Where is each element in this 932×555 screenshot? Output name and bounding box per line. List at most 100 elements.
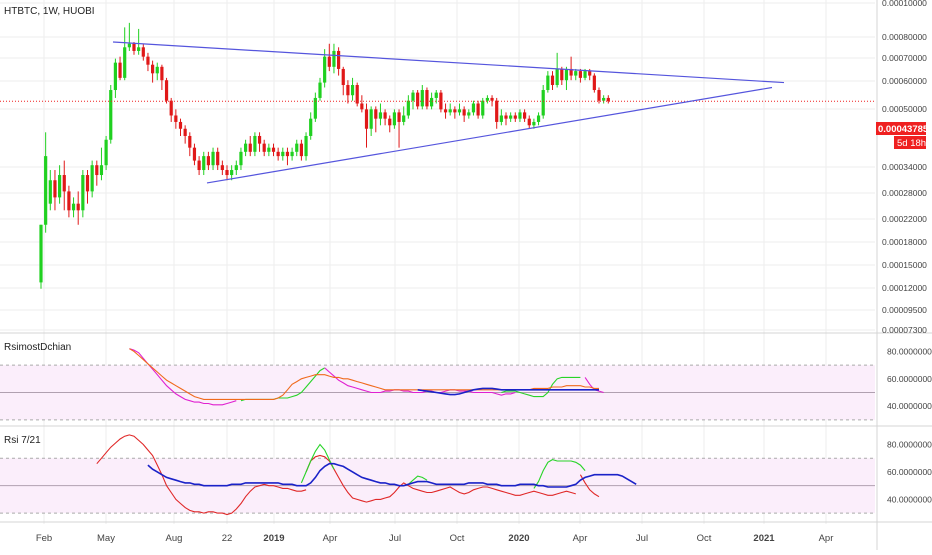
candle-body bbox=[202, 156, 206, 171]
candle-body bbox=[462, 109, 466, 116]
candle-body bbox=[518, 112, 522, 119]
candle-body bbox=[248, 143, 252, 152]
countdown-badge-label: 5d 18h bbox=[897, 138, 926, 149]
candle-body bbox=[44, 156, 48, 225]
candle-body bbox=[127, 43, 131, 48]
y-axis-label: 0.00009500 bbox=[882, 305, 927, 315]
candle-body bbox=[318, 82, 322, 98]
x-axis-label: Jul bbox=[636, 533, 648, 544]
y-axis-label: 0.00028000 bbox=[882, 188, 927, 198]
chart-svg: Feb May Aug 22 2019 Apr Jul Oct 2020 Apr Jul Oct 202… bbox=[0, 0, 932, 550]
candle-body bbox=[513, 115, 517, 119]
candle-body bbox=[332, 50, 336, 67]
x-axis-label: Oct bbox=[450, 533, 465, 544]
candle-body bbox=[355, 85, 359, 104]
candle-body bbox=[39, 224, 43, 283]
candle-body bbox=[523, 112, 527, 119]
y-axis-label: 0.00015000 bbox=[882, 260, 927, 270]
candle-body bbox=[574, 71, 578, 76]
candle-body bbox=[439, 92, 443, 110]
trendline-upper bbox=[112, 41, 785, 84]
candle-body bbox=[95, 165, 99, 176]
candle-body bbox=[206, 156, 210, 166]
candle-body bbox=[174, 115, 178, 122]
candle-body bbox=[583, 71, 587, 78]
candle-body bbox=[160, 66, 164, 81]
price-badge-label: 0.00043785 bbox=[878, 124, 929, 135]
candle-body bbox=[550, 75, 555, 86]
candle-body bbox=[476, 103, 480, 116]
candle-body bbox=[267, 147, 271, 152]
candle-body bbox=[430, 97, 434, 107]
candle-body bbox=[71, 203, 76, 211]
candle-body bbox=[536, 115, 541, 122]
candle-body bbox=[471, 103, 476, 113]
candle-body bbox=[253, 135, 257, 152]
x-axis-label: Aug bbox=[166, 533, 183, 544]
candle-body bbox=[48, 180, 52, 204]
candle-body bbox=[504, 115, 508, 119]
candle-body bbox=[560, 68, 564, 81]
candle-body bbox=[192, 147, 197, 161]
candle-body bbox=[481, 100, 485, 116]
x-axis-label: 2021 bbox=[753, 533, 775, 544]
candle-body bbox=[290, 151, 294, 157]
candle-body bbox=[244, 143, 248, 152]
candle-body bbox=[467, 112, 471, 116]
candle-body bbox=[104, 139, 108, 166]
candle-body bbox=[239, 151, 243, 166]
candle-body bbox=[597, 90, 601, 101]
x-axis-label: Oct bbox=[697, 533, 712, 544]
candle-body bbox=[85, 175, 90, 192]
candle-body bbox=[230, 170, 234, 176]
x-axis-label: 2020 bbox=[508, 533, 529, 544]
y-axis-label-rsi: 60.00000000 bbox=[887, 467, 932, 477]
candle-body bbox=[341, 68, 345, 86]
candle-body bbox=[299, 143, 303, 157]
candle-body bbox=[397, 112, 401, 122]
candle-body bbox=[164, 80, 169, 101]
candle-body bbox=[388, 118, 392, 126]
x-axis-label: Jul bbox=[389, 533, 401, 544]
candle-body bbox=[123, 47, 127, 78]
candle-body bbox=[337, 50, 341, 69]
candle-body bbox=[276, 151, 280, 157]
chart-canvas: Feb May Aug 22 2019 Apr Jul Oct 2020 Apr Jul Oct 202… bbox=[0, 0, 932, 550]
candle-body bbox=[225, 170, 229, 176]
candle-body bbox=[327, 56, 331, 67]
y-axis-label: 0.00010000 bbox=[882, 0, 927, 8]
candle-body bbox=[137, 47, 141, 51]
candle-body bbox=[592, 75, 596, 91]
candle-body bbox=[499, 115, 503, 122]
candles-layer bbox=[39, 22, 610, 289]
candle-body bbox=[323, 56, 327, 83]
y-axis-label: 0.00050000 bbox=[882, 104, 927, 114]
trendline-layer bbox=[0, 41, 875, 184]
candle-body bbox=[309, 118, 313, 136]
x-axis-label: Apr bbox=[819, 533, 834, 544]
y-axis-label-rsd: 60.00000000 bbox=[887, 374, 932, 384]
candle-body bbox=[364, 109, 369, 129]
candle-body bbox=[406, 100, 410, 116]
candle-body bbox=[285, 151, 290, 157]
candle-body bbox=[392, 112, 396, 126]
y-axis-label: 0.00060000 bbox=[882, 76, 927, 86]
candle-body bbox=[155, 66, 159, 74]
candle-body bbox=[81, 175, 85, 211]
y-axis-label: 0.00034000 bbox=[882, 162, 927, 172]
candle-body bbox=[216, 151, 220, 166]
candle-body bbox=[443, 109, 448, 113]
candle-body bbox=[141, 47, 145, 57]
candle-body bbox=[378, 112, 383, 119]
y-axis-label-rsi: 80.00000000 bbox=[887, 439, 932, 449]
candle-body bbox=[402, 115, 406, 122]
y-axis-label: 0.00070000 bbox=[882, 53, 927, 63]
candle-body bbox=[197, 160, 201, 171]
candle-body bbox=[602, 97, 606, 101]
candle-body bbox=[178, 121, 183, 129]
candle-body bbox=[532, 121, 536, 126]
y-axis-label: 0.00007300 bbox=[882, 325, 927, 335]
pane-title-rsimostdchian: RsimostDchian bbox=[4, 342, 71, 353]
candle-body bbox=[564, 68, 569, 81]
candle-body bbox=[555, 68, 559, 86]
